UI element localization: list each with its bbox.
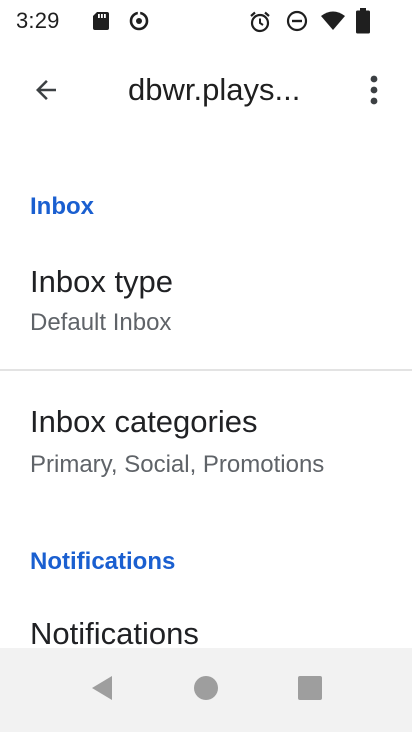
more-options-button[interactable] [350, 68, 398, 116]
data-saver-icon [128, 10, 150, 32]
sd-card-icon [90, 10, 112, 32]
nav-recents-button[interactable] [288, 668, 332, 712]
pref-summary: Primary, Social, Promotions [30, 451, 325, 478]
nav-back-button[interactable] [80, 668, 124, 712]
battery-icon [356, 8, 370, 34]
section-header-notifications: Notifications [30, 548, 176, 575]
recents-square-icon [297, 675, 323, 706]
pref-item-inbox-type[interactable]: Inbox type Default Inbox [0, 246, 412, 368]
app-bar: dbwr.plays... [0, 44, 412, 140]
navigation-bar [0, 648, 412, 732]
back-triangle-icon [88, 673, 116, 708]
pref-title: Inbox type [30, 264, 174, 299]
status-bar: 3:29 [0, 0, 412, 44]
section-header-inbox: Inbox [30, 193, 94, 220]
wifi-icon [320, 10, 346, 32]
pref-title: Notifications [30, 616, 199, 648]
pref-item-inbox-categories[interactable]: Inbox categories Primary, Social, Promot… [0, 385, 412, 513]
status-time: 3:29 [16, 8, 60, 33]
home-circle-icon [192, 674, 220, 707]
back-button[interactable] [22, 68, 70, 116]
pref-title: Inbox categories [30, 404, 258, 439]
nav-home-button[interactable] [184, 668, 228, 712]
alarm-icon [248, 10, 270, 33]
more-vert-icon [370, 75, 378, 110]
pref-summary: Default Inbox [30, 309, 172, 336]
settings-screen: 3:29 dbwr.plays... Inbox Inbox type Defa… [0, 0, 412, 732]
do-not-disturb-icon [286, 10, 308, 32]
section-divider [0, 369, 412, 371]
arrow-back-icon [31, 75, 61, 110]
pref-item-notifications[interactable]: Notifications [0, 600, 412, 648]
app-title: dbwr.plays... [128, 72, 301, 107]
